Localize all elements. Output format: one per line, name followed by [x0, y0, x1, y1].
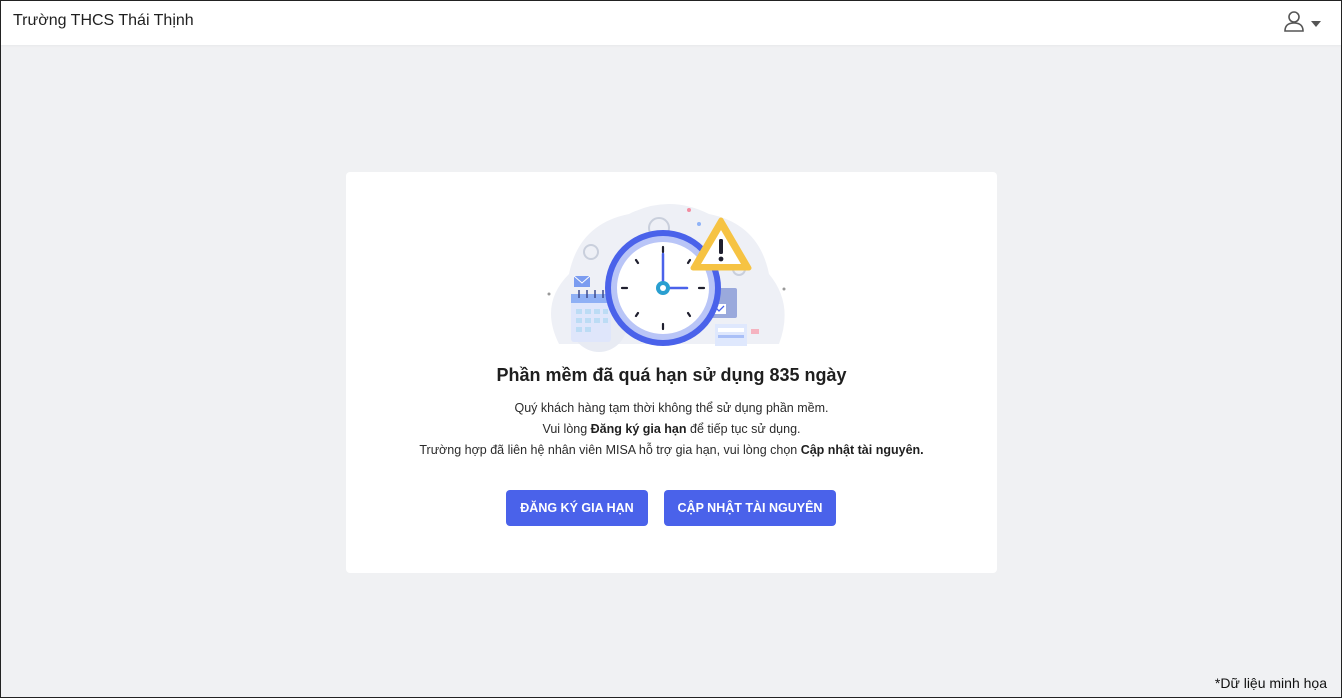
- line2-suffix: để tiếp tục sử dụng.: [686, 422, 801, 436]
- caret-down-icon[interactable]: [1311, 14, 1321, 32]
- expired-description: Quý khách hàng tạm thời không thể sử dụn…: [346, 398, 997, 461]
- user-menu[interactable]: [1283, 10, 1321, 37]
- school-name: Trường THCS Thái Thịnh: [13, 12, 194, 29]
- renew-subscription-button[interactable]: ĐĂNG KÝ GIA HẠN: [506, 490, 648, 526]
- update-resources-button[interactable]: CẬP NHẬT TÀI NGUYÊN: [664, 490, 836, 526]
- expired-title: Phần mềm đã quá hạn sử dụng 835 ngày: [496, 365, 847, 385]
- description-line-2: Vui lòng Đăng ký gia hạn để tiếp tục sử …: [346, 419, 997, 440]
- description-line-1: Quý khách hàng tạm thời không thể sử dụn…: [514, 401, 829, 415]
- line3-bold: Cập nhật tài nguyên.: [800, 443, 924, 457]
- description-line-3: Trường hợp đã liên hệ nhân viên MISA hỗ …: [346, 440, 997, 461]
- user-icon[interactable]: [1283, 10, 1305, 37]
- top-bar: Trường THCS Thái Thịnh: [1, 1, 1341, 45]
- sample-data-note: *Dữ liệu minh họa: [1214, 675, 1327, 691]
- app-window: Trường THCS Thái Thịnh Phần mềm đã quá h…: [0, 0, 1342, 698]
- line2-prefix: Vui lòng: [542, 422, 591, 436]
- expired-notice-card: Phần mềm đã quá hạn sử dụng 835 ngày Quý…: [346, 172, 997, 573]
- line2-bold: Đăng ký gia hạn: [590, 422, 687, 436]
- clock-warning-illustration: [539, 194, 795, 354]
- line3-prefix: Trường hợp đã liên hệ nhân viên MISA hỗ …: [419, 443, 801, 457]
